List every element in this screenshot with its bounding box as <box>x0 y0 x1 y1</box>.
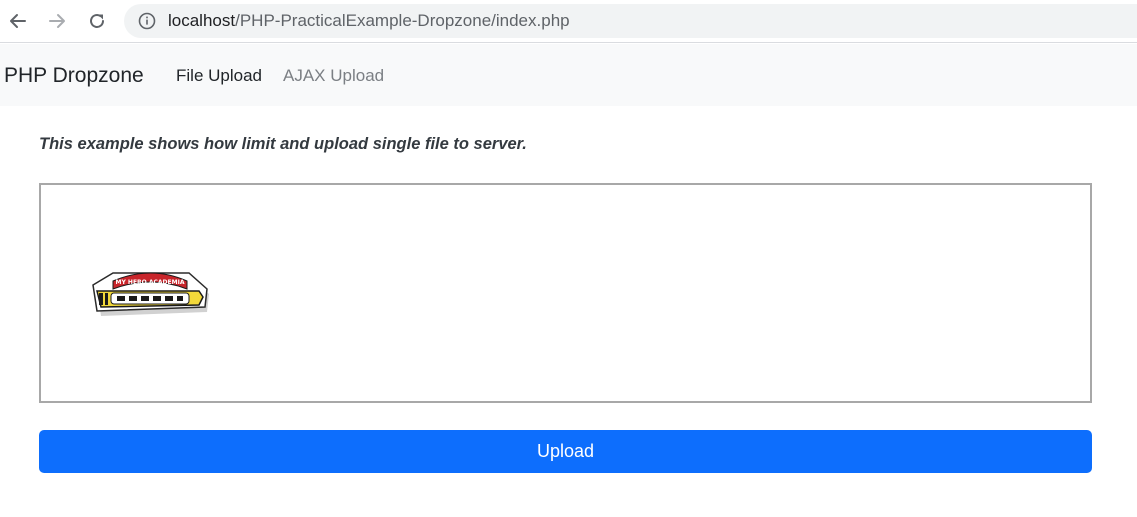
upload-button[interactable]: Upload <box>39 430 1092 473</box>
info-icon[interactable] <box>138 12 156 30</box>
arrow-right-icon <box>49 14 65 28</box>
reload-icon <box>90 13 104 28</box>
browser-toolbar: localhost/PHP-PracticalExample-Dropzone/… <box>0 0 1137 43</box>
nav-link-file-upload[interactable]: File Upload <box>176 65 262 87</box>
page-description: This example shows how limit and upload … <box>39 135 527 153</box>
arrow-left-icon <box>10 14 26 28</box>
file-thumbnail-logo[interactable]: MY HERO ACADEMIA <box>87 261 211 323</box>
navbar: PHP Dropzone File Upload AJAX Upload <box>0 44 1137 106</box>
forward-button[interactable] <box>44 8 70 34</box>
address-bar[interactable]: localhost/PHP-PracticalExample-Dropzone/… <box>124 4 1137 38</box>
back-button[interactable] <box>5 8 31 34</box>
url-path: /PHP-PracticalExample-Dropzone/index.php <box>235 11 570 30</box>
navbar-brand[interactable]: PHP Dropzone <box>4 63 144 89</box>
svg-text:MY HERO ACADEMIA: MY HERO ACADEMIA <box>116 279 185 286</box>
url-text: localhost/PHP-PracticalExample-Dropzone/… <box>168 11 570 31</box>
nav-link-ajax-upload[interactable]: AJAX Upload <box>283 65 384 87</box>
reload-button[interactable] <box>84 8 110 34</box>
url-host: localhost <box>168 11 236 30</box>
dropzone[interactable]: MY HERO ACADEMIA <box>39 183 1092 403</box>
